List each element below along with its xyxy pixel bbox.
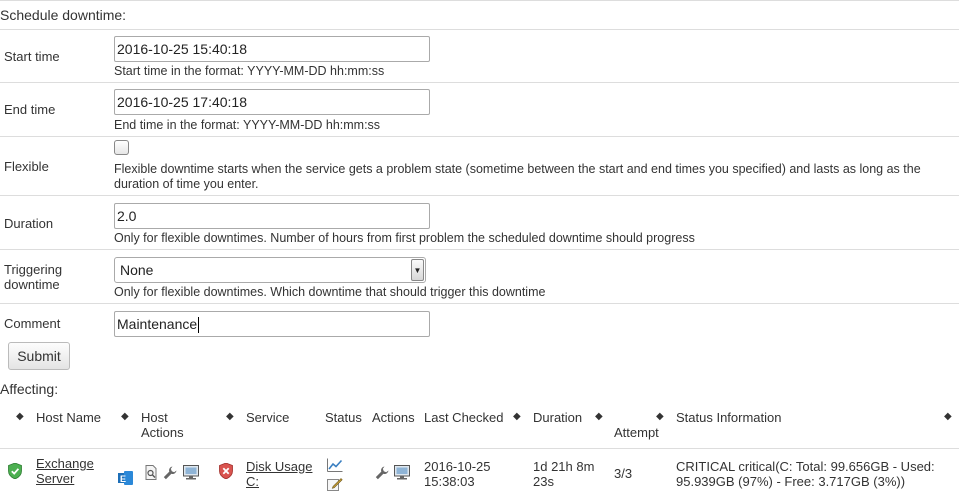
attempt-cell: 3/3 xyxy=(614,466,633,481)
sort-service-icon[interactable]: ◆ xyxy=(226,411,234,423)
duration-label: Duration xyxy=(4,216,54,231)
shield-check-icon xyxy=(8,463,22,479)
exchange-icon: E xyxy=(118,471,133,485)
affecting-title: Affecting: xyxy=(0,381,59,397)
page-search-icon[interactable] xyxy=(144,465,158,480)
duration-cell: 1d 21h 8m 23s xyxy=(533,459,594,489)
duration-line1: 1d 21h 8m xyxy=(533,459,595,474)
duration-row: Duration 2.0 Only for flexible downtimes… xyxy=(0,195,959,249)
sort-last-checked-icon[interactable]: ◆ xyxy=(513,411,521,423)
start-time-help: Start time in the format: YYYY-MM-DD hh:… xyxy=(114,64,385,78)
last-checked-cell: 2016-10-25 15:38:03 xyxy=(424,459,491,489)
comment-input-value: Maintenance xyxy=(117,316,198,332)
end-time-row: End time 2016-10-25 17:40:18 End time in… xyxy=(0,82,959,136)
triggering-label-line1: Triggering xyxy=(4,262,63,277)
end-time-label: End time xyxy=(4,102,56,117)
status-information-line2: 95.939GB (97%) - Free: 3.717GB (3%)) xyxy=(676,474,906,489)
wrench-icon[interactable] xyxy=(163,466,177,480)
sort-host-name-icon[interactable]: ◆ xyxy=(16,411,24,423)
last-checked-time: 15:38:03 xyxy=(424,474,475,489)
flexible-label: Flexible xyxy=(4,159,49,174)
graph-icon[interactable] xyxy=(327,458,343,472)
column-status-information[interactable]: Status Information xyxy=(676,410,782,425)
text-caret xyxy=(198,317,200,334)
column-attempt[interactable]: Attempt xyxy=(614,425,659,440)
comment-row: Comment Maintenance xyxy=(0,303,959,340)
sort-duration-icon[interactable]: ◆ xyxy=(595,411,603,423)
chevron-down-icon[interactable]: ▼ xyxy=(411,259,424,281)
flexible-checkbox[interactable] xyxy=(114,140,129,155)
status-information-line1: CRITICAL critical(C: Total: 99.656GB - U… xyxy=(676,459,935,474)
service-line1: Disk Usage xyxy=(246,459,313,474)
start-time-label: Start time xyxy=(4,49,60,64)
host-name-link[interactable]: Exchange Server xyxy=(36,456,94,486)
submit-button[interactable]: Submit xyxy=(8,342,70,370)
status-information-cell: CRITICAL critical(C: Total: 99.656GB - U… xyxy=(676,459,935,489)
sort-host-actions-icon[interactable]: ◆ xyxy=(121,411,129,423)
flexible-help: Flexible downtime starts when the servic… xyxy=(114,162,921,191)
column-actions: Actions xyxy=(372,410,415,425)
wrench-icon[interactable] xyxy=(375,466,389,480)
top-divider xyxy=(0,0,959,1)
end-time-input[interactable]: 2016-10-25 17:40:18 xyxy=(114,89,430,115)
triggering-select[interactable]: None ▼ xyxy=(114,257,426,283)
triggering-help: Only for flexible downtimes. Which downt… xyxy=(114,285,546,299)
form-title: Schedule downtime: xyxy=(0,7,127,23)
column-duration[interactable]: Duration xyxy=(533,410,582,425)
end-time-help: End time in the format: YYYY-MM-DD hh:mm… xyxy=(114,118,381,132)
sort-attempt-icon[interactable]: ◆ xyxy=(656,411,664,423)
table-header-divider xyxy=(0,448,959,449)
monitor-icon[interactable] xyxy=(394,465,410,480)
service-line2: C: xyxy=(246,474,259,489)
host-name-line1: Exchange xyxy=(36,456,94,471)
triggering-label: Triggering downtime xyxy=(4,262,62,292)
sort-status-information-icon[interactable]: ◆ xyxy=(944,411,952,423)
column-host-actions-line1: Host xyxy=(141,410,168,425)
host-name-line2: Server xyxy=(36,471,75,486)
comment-input[interactable]: Maintenance xyxy=(114,311,430,337)
column-service[interactable]: Service xyxy=(246,410,289,425)
svg-text:E: E xyxy=(120,474,126,484)
triggering-select-value: None xyxy=(120,262,154,278)
flexible-row: Flexible Flexible downtime starts when t… xyxy=(0,136,959,195)
start-time-input[interactable]: 2016-10-25 15:40:18 xyxy=(114,36,430,62)
start-time-row: Start time 2016-10-25 15:40:18 Start tim… xyxy=(0,29,959,83)
shield-x-icon xyxy=(219,463,233,479)
edit-icon[interactable] xyxy=(327,477,343,491)
column-host-name[interactable]: Host Name xyxy=(36,410,101,425)
comment-label: Comment xyxy=(4,316,61,331)
column-last-checked[interactable]: Last Checked xyxy=(424,410,504,425)
last-checked-date: 2016-10-25 xyxy=(424,459,491,474)
monitor-icon[interactable] xyxy=(183,465,199,480)
duration-help: Only for flexible downtimes. Number of h… xyxy=(114,231,695,245)
triggering-row: Triggering downtime None ▼ Only for flex… xyxy=(0,249,959,303)
column-status: Status xyxy=(325,410,362,425)
triggering-label-line2: downtime xyxy=(4,277,60,292)
duration-line2: 23s xyxy=(533,474,554,489)
column-host-actions-line2: Actions xyxy=(141,425,184,440)
column-host-actions[interactable]: Host Actions xyxy=(141,410,184,440)
duration-input[interactable]: 2.0 xyxy=(114,203,430,229)
service-link[interactable]: Disk Usage C: xyxy=(246,459,312,489)
